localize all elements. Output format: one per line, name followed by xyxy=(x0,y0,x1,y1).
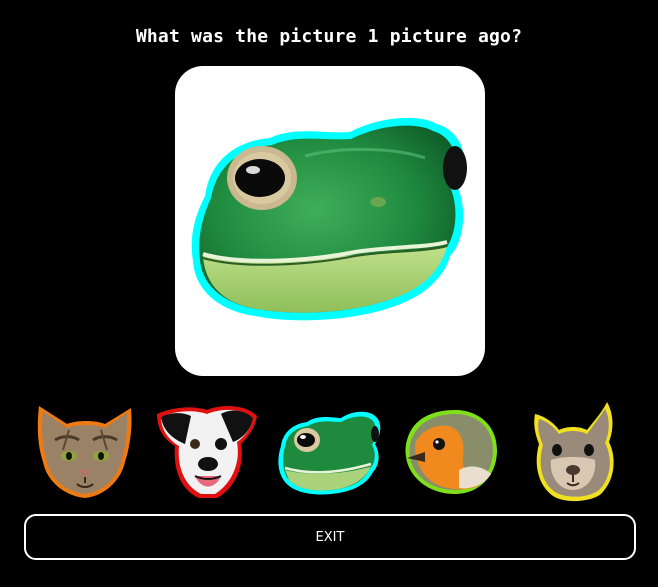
question-text: What was the picture 1 picture ago? xyxy=(135,26,523,47)
choice-robin[interactable] xyxy=(399,400,503,504)
choice-squirrel[interactable] xyxy=(521,400,625,504)
squirrel-head-icon xyxy=(534,402,614,502)
choice-cat[interactable] xyxy=(33,400,137,504)
current-picture-card xyxy=(175,66,485,376)
choice-frog[interactable] xyxy=(277,400,381,504)
dog-head-icon xyxy=(157,406,257,498)
robin-head-icon xyxy=(405,410,497,494)
frog-head-icon xyxy=(191,117,467,321)
choice-dog[interactable] xyxy=(155,400,259,504)
exit-button[interactable]: EXIT xyxy=(24,514,636,560)
cat-head-icon xyxy=(37,406,132,498)
frog-head-icon xyxy=(278,411,381,495)
